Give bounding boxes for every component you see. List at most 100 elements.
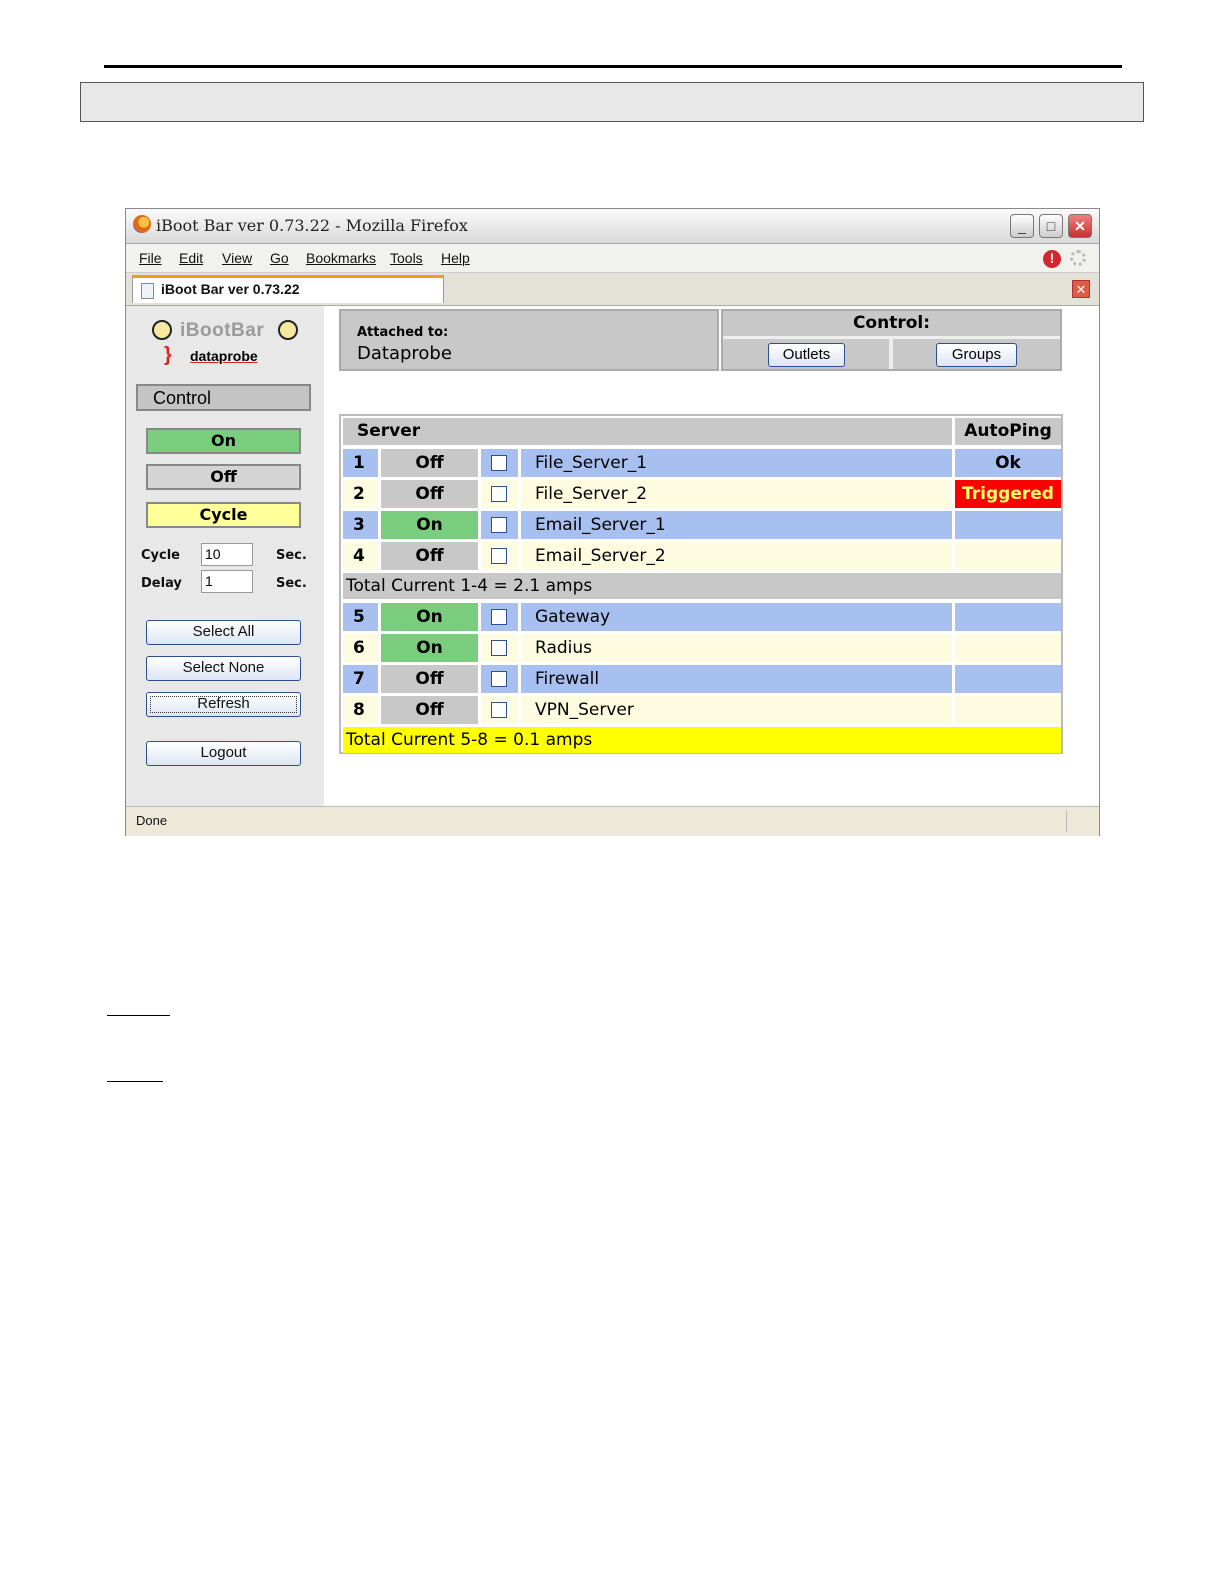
tab-close-icon[interactable]: ✕: [1072, 280, 1090, 298]
cycle-button[interactable]: Cycle: [146, 502, 301, 528]
on-button[interactable]: On: [146, 428, 301, 454]
outlet-checkbox-cell: [481, 603, 518, 631]
browser-window: iBoot Bar ver 0.73.22 - Mozilla Firefox …: [125, 208, 1100, 836]
outlet-checkbox-cell: [481, 665, 518, 693]
select-none-button[interactable]: Select None: [146, 656, 301, 681]
outlet-checkbox[interactable]: [491, 486, 507, 502]
autoping-header: AutoPing: [955, 418, 1061, 445]
outlet-name: Firewall: [521, 665, 952, 693]
outlet-table: Server AutoPing 1 Off File_Server_1 Ok 2 Off F…: [339, 414, 1063, 754]
outlet-checkbox-cell: [481, 449, 518, 477]
autoping-status: [955, 511, 1061, 539]
outlet-state[interactable]: Off: [381, 449, 478, 477]
resize-grip: [1066, 810, 1097, 832]
select-all-button[interactable]: Select All: [146, 620, 301, 645]
status-text: Done: [136, 813, 168, 828]
outlet-number: 6: [343, 634, 378, 662]
blank-line: [107, 1081, 163, 1082]
page-header-box: [80, 82, 1144, 122]
page-top-rule: [104, 65, 1122, 68]
control-box: Control: Outlets Groups: [721, 309, 1062, 371]
outlet-state[interactable]: On: [381, 511, 478, 539]
outlet-checkbox-cell: [481, 696, 518, 724]
outlet-state[interactable]: Off: [381, 665, 478, 693]
autoping-status: Triggered: [955, 480, 1061, 508]
outlet-checkbox[interactable]: [491, 671, 507, 687]
attached-box: Attached to: Dataprobe: [339, 309, 719, 371]
outlets-button[interactable]: Outlets: [768, 343, 845, 367]
menu-bar: File Edit View Go Bookmarks Tools Help !: [126, 244, 1099, 273]
blank-line: [107, 1015, 170, 1016]
tab-bar: iBoot Bar ver 0.73.22 ✕: [126, 273, 1099, 306]
close-button[interactable]: ✕: [1068, 214, 1092, 238]
outlet-state[interactable]: On: [381, 603, 478, 631]
groups-button[interactable]: Groups: [936, 343, 1017, 367]
iboot-logo: iBootBar } dataprobe: [150, 320, 300, 370]
maximize-button[interactable]: □: [1039, 214, 1063, 238]
outlets-cell: Outlets: [723, 339, 889, 369]
menu-tools[interactable]: Tools: [390, 250, 423, 266]
control-heading: Control: [136, 384, 311, 411]
outlet-name: Radius: [521, 634, 952, 662]
outlet-checkbox-cell: [481, 542, 518, 570]
cycle-unit: Sec.: [276, 548, 307, 563]
outlet-number: 2: [343, 480, 378, 508]
autoping-status: [955, 542, 1061, 570]
outlet-checkbox-cell: [481, 634, 518, 662]
outlet-name: VPN_Server: [521, 696, 952, 724]
server-header: Server: [343, 418, 952, 445]
outlet-checkbox[interactable]: [491, 609, 507, 625]
cycle-label: Cycle: [141, 548, 180, 563]
outlet-name: Gateway: [521, 603, 952, 631]
window-title: iBoot Bar ver 0.73.22 - Mozilla Firefox: [156, 216, 468, 235]
refresh-button[interactable]: Refresh: [146, 692, 301, 717]
status-bar: Done: [126, 806, 1099, 836]
outlet-name: Email_Server_1: [521, 511, 952, 539]
autoping-status: [955, 603, 1061, 631]
control-title: Control:: [723, 311, 1060, 336]
firefox-icon: [133, 215, 151, 233]
outlet-name: File_Server_2: [521, 480, 952, 508]
logout-button[interactable]: Logout: [146, 741, 301, 766]
menu-view[interactable]: View: [222, 250, 252, 266]
outlet-state[interactable]: On: [381, 634, 478, 662]
outlet-state[interactable]: Off: [381, 696, 478, 724]
menu-help[interactable]: Help: [441, 250, 470, 266]
menu-go[interactable]: Go: [270, 250, 289, 266]
page-icon: [141, 283, 154, 299]
plug-icon: }: [164, 344, 172, 366]
outlet-checkbox[interactable]: [491, 517, 507, 533]
cycle-field[interactable]: 10: [201, 543, 253, 566]
menu-edit[interactable]: Edit: [179, 250, 203, 266]
outlet-checkbox[interactable]: [491, 455, 507, 471]
minimize-button[interactable]: _: [1010, 214, 1034, 238]
title-bar: iBoot Bar ver 0.73.22 - Mozilla Firefox …: [126, 209, 1099, 244]
outlet-number: 5: [343, 603, 378, 631]
total-current-5-8: Total Current 5-8 = 0.1 amps: [343, 727, 1061, 753]
delay-field[interactable]: 1: [201, 570, 253, 593]
outlet-state[interactable]: Off: [381, 542, 478, 570]
outlet-checkbox[interactable]: [491, 702, 507, 718]
outlet-number: 4: [343, 542, 378, 570]
menu-file[interactable]: File: [139, 250, 162, 266]
outlet-checkbox-cell: [481, 511, 518, 539]
attached-value: Dataprobe: [357, 343, 452, 364]
logo-sub: dataprobe: [190, 348, 258, 364]
logo-name: iBootBar: [180, 320, 265, 341]
tab-label: iBoot Bar ver 0.73.22: [161, 281, 300, 297]
outlet-number: 8: [343, 696, 378, 724]
smiley-icon: [278, 320, 298, 340]
stop-icon[interactable]: !: [1043, 250, 1061, 268]
outlet-checkbox[interactable]: [491, 640, 507, 656]
off-button[interactable]: Off: [146, 464, 301, 490]
tab-iboot[interactable]: iBoot Bar ver 0.73.22: [132, 275, 444, 303]
attached-label: Attached to:: [357, 325, 449, 340]
total-current-1-4: Total Current 1-4 = 2.1 amps: [343, 573, 1061, 599]
outlet-state[interactable]: Off: [381, 480, 478, 508]
outlet-name: File_Server_1: [521, 449, 952, 477]
outlet-checkbox[interactable]: [491, 548, 507, 564]
autoping-status: Ok: [955, 449, 1061, 477]
groups-cell: Groups: [893, 339, 1060, 369]
delay-label: Delay: [141, 576, 182, 591]
menu-bookmarks[interactable]: Bookmarks: [306, 250, 376, 266]
